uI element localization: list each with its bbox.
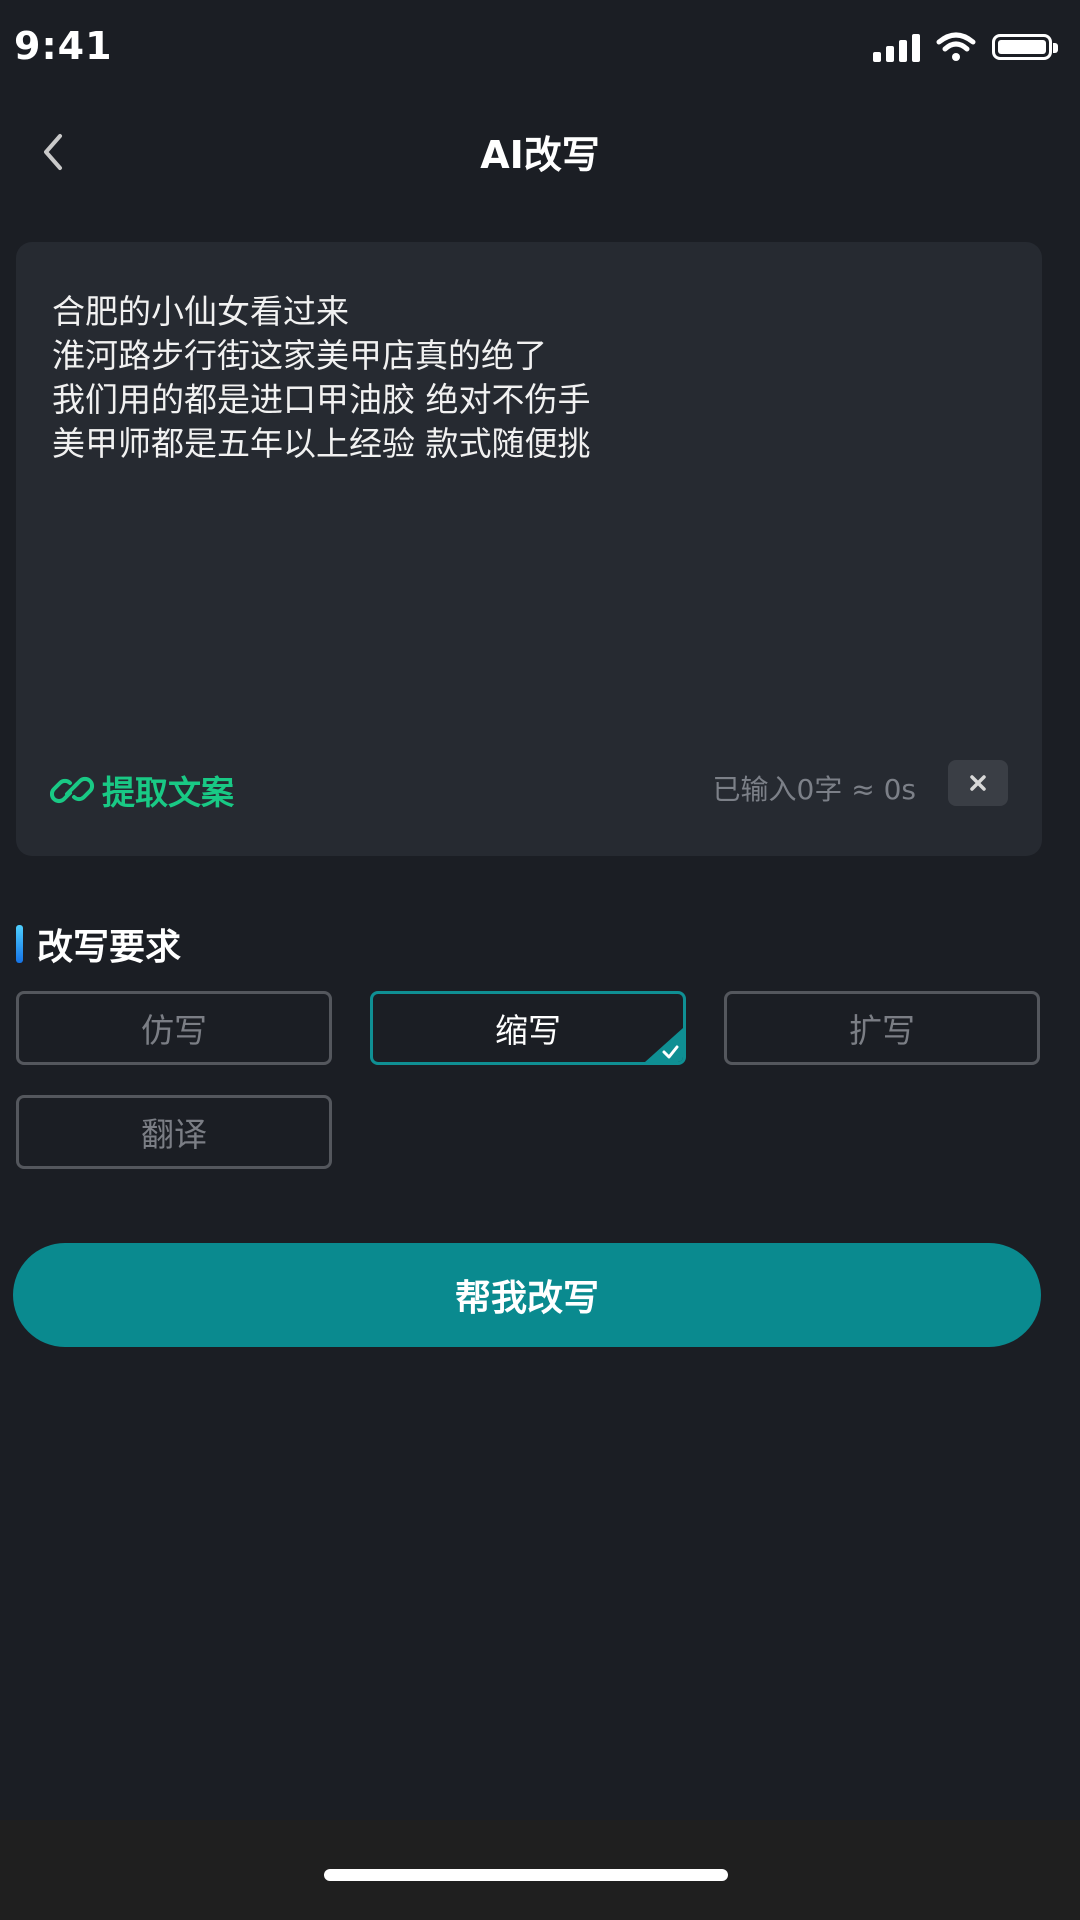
page-title: AI改写 [480,133,600,177]
text-line: 美甲师都是五年以上经验 款式随便挑 [52,424,591,463]
extract-copy-label: 提取文案 [102,773,234,812]
text-line: 淮河路步行街这家美甲店真的绝了 [52,336,547,375]
section-title: 改写要求 [37,927,182,968]
copy-text-area[interactable]: 合肥的小仙女看过来 淮河路步行街这家美甲店真的绝了 我们用的都是进口甲油胶 绝对… [52,290,1002,466]
home-indicator[interactable] [324,1869,728,1881]
selected-check-icon [645,1028,683,1062]
status-time: 9:41 [14,24,113,68]
section-accent-bar [16,925,23,963]
clear-text-button[interactable] [948,760,1008,806]
option-imitate[interactable]: 仿写 [16,991,332,1065]
battery-icon [992,34,1058,60]
close-icon [970,775,986,791]
status-icons [873,30,1058,64]
app-screen: 9:41 AI改写 合肥的小仙女看过来 淮河路步行街这家美甲店真的绝了 我们用的… [0,0,1080,1920]
text-line: 合肥的小仙女看过来 [52,292,349,331]
option-translate[interactable]: 翻译 [16,1095,332,1169]
text-input-card[interactable]: 合肥的小仙女看过来 淮河路步行街这家美甲店真的绝了 我们用的都是进口甲油胶 绝对… [16,242,1042,856]
link-icon [50,776,95,804]
character-counter: 已输入0字 ≈ 0s [712,773,916,806]
option-condense[interactable]: 缩写 [370,991,686,1065]
rewrite-requirements-header: 改写要求 [16,918,181,970]
cellular-signal-icon [873,32,920,62]
option-label: 缩写 [495,1011,561,1050]
rewrite-submit-button[interactable]: 帮我改写 [13,1243,1041,1347]
option-expand[interactable]: 扩写 [724,991,1040,1065]
extract-copy-button[interactable]: 提取文案 [50,766,234,814]
text-line: 我们用的都是进口甲油胶 绝对不伤手 [52,380,591,419]
wifi-icon [936,32,976,61]
